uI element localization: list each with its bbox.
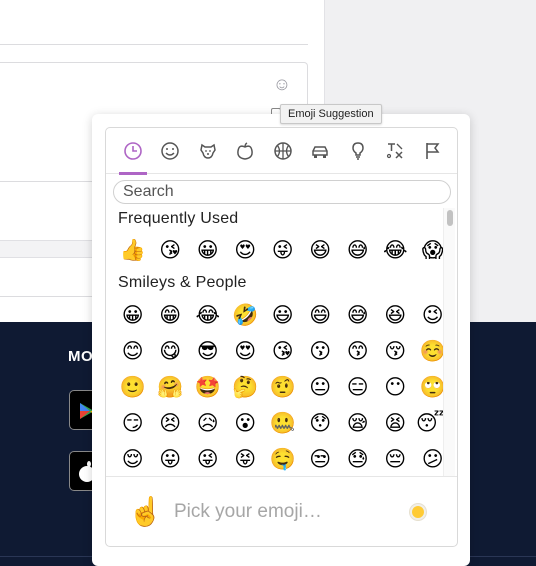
clock-icon	[123, 142, 142, 160]
emoji-button[interactable]: 😫	[377, 408, 415, 438]
tab-symbols[interactable]	[377, 128, 415, 174]
emoji-row: 😀 😁 😂 🤣 😃 😄 😅 😆 😉	[114, 300, 452, 330]
emoji-button[interactable]: 😚	[377, 336, 415, 366]
emoji-button[interactable]: 😯	[302, 408, 340, 438]
emoji-button[interactable]: 😆	[302, 235, 340, 265]
tab-smileys-people[interactable]	[152, 128, 190, 174]
emoji-row: 😊 😋 😎 😍 😘 😗 😙 😚 ☺️	[114, 336, 452, 366]
emoji-button[interactable]: 😘	[152, 235, 190, 265]
emoji-button[interactable]: 😀	[189, 235, 227, 265]
tab-frequently-used[interactable]	[114, 128, 152, 175]
emoji-button[interactable]: 😁	[152, 300, 190, 330]
emoji-scroll-area[interactable]: Frequently Used 👍 😘 😀 😍 😜 😆 😅 😂 😱 Smiley…	[106, 208, 457, 476]
emoji-button[interactable]: 😮	[227, 408, 265, 438]
emoji-button[interactable]: 😝	[227, 444, 265, 474]
emoji-trigger-smiley-icon[interactable]: ☺	[272, 74, 292, 94]
emoji-button[interactable]: 😗	[302, 336, 340, 366]
emoji-row: 😏 😣 😥 😮 🤐 😯 😪 😫 😴	[114, 408, 452, 438]
emoji-button[interactable]: 😒	[302, 444, 340, 474]
emoji-button[interactable]: 😔	[377, 444, 415, 474]
emoji-button[interactable]: 🤩	[189, 372, 227, 402]
emoji-button[interactable]: 😅	[339, 300, 377, 330]
section-title-smileys-people: Smileys & People	[118, 274, 247, 291]
emoji-button[interactable]: 😛	[152, 444, 190, 474]
emoji-button[interactable]: 😑	[339, 372, 377, 402]
basketball-icon	[274, 142, 292, 160]
emoji-row: 😌 😛 😜 😝 🤤 😒 😓 😔 😕	[114, 444, 452, 474]
symbols-icon	[387, 143, 403, 159]
category-bar	[106, 128, 457, 175]
emoji-button[interactable]: 😄	[302, 300, 340, 330]
emoji-button[interactable]: 🤨	[264, 372, 302, 402]
dog-icon	[199, 143, 216, 159]
emoji-button[interactable]: 🤔	[227, 372, 265, 402]
preview-emoji: ☝️	[128, 496, 163, 527]
emoji-button[interactable]: 😜	[189, 444, 227, 474]
scrollbar-thumb[interactable]	[447, 210, 453, 226]
emoji-button[interactable]: 😌	[114, 444, 152, 474]
emoji-button[interactable]: 😪	[339, 408, 377, 438]
emoji-button[interactable]: 😜	[264, 235, 302, 265]
emoji-button[interactable]: 😃	[264, 300, 302, 330]
tab-activity[interactable]	[264, 128, 302, 174]
tab-food-drink[interactable]	[227, 128, 265, 174]
emoji-button[interactable]: 😆	[377, 300, 415, 330]
emoji-button[interactable]: 😍	[227, 235, 265, 265]
emoji-button[interactable]: 😀	[114, 300, 152, 330]
emoji-button[interactable]: 😎	[189, 336, 227, 366]
footer-heading: MO	[68, 348, 94, 365]
tab-travel-places[interactable]	[302, 128, 340, 174]
tab-animals-nature[interactable]	[189, 128, 227, 174]
emoji-preview: ☝️ Pick your emoji…	[106, 476, 457, 546]
emoji-button[interactable]: 😂	[377, 235, 415, 265]
scrollbar[interactable]	[443, 208, 455, 476]
emoji-button[interactable]: 🙂	[114, 372, 152, 402]
flag-icon	[425, 143, 440, 159]
emoji-button[interactable]: 😋	[152, 336, 190, 366]
emoji-button[interactable]: 😙	[339, 336, 377, 366]
emoji-button[interactable]: 😅	[339, 235, 377, 265]
emoji-row: 👍 😘 😀 😍 😜 😆 😅 😂 😱	[114, 235, 452, 265]
emoji-button[interactable]: 🤣	[227, 300, 265, 330]
emoji-button[interactable]: 😥	[189, 408, 227, 438]
emoji-button[interactable]: 😐	[302, 372, 340, 402]
emoji-picker: Frequently Used 👍 😘 😀 😍 😜 😆 😅 😂 😱 Smiley…	[105, 127, 458, 547]
preview-text: Pick your emoji…	[174, 501, 322, 522]
emoji-button[interactable]: 😏	[114, 408, 152, 438]
emoji-button[interactable]: 👍	[114, 235, 152, 265]
emoji-button[interactable]: 😘	[264, 336, 302, 366]
divider	[0, 44, 308, 45]
emoji-button[interactable]: 😍	[227, 336, 265, 366]
skin-tone-selector[interactable]	[410, 504, 426, 520]
emoji-button[interactable]: 😣	[152, 408, 190, 438]
emoji-button[interactable]: 😂	[189, 300, 227, 330]
tab-objects[interactable]	[339, 128, 377, 174]
apple-icon	[237, 142, 254, 160]
emoji-row: 🙂 🤗 🤩 🤔 🤨 😐 😑 😶 🙄	[114, 372, 452, 402]
emoji-button[interactable]: 😊	[114, 336, 152, 366]
smiley-icon	[161, 142, 179, 160]
emoji-suggestion-tooltip: Emoji Suggestion	[280, 104, 382, 124]
car-icon	[312, 146, 328, 158]
section-title-frequently-used: Frequently Used	[118, 210, 239, 227]
emoji-button[interactable]: 🤐	[264, 408, 302, 438]
emoji-button[interactable]: 😓	[339, 444, 377, 474]
lightbulb-icon	[351, 142, 364, 160]
emoji-button[interactable]: 😶	[377, 372, 415, 402]
emoji-button[interactable]: 🤗	[152, 372, 190, 402]
emoji-search-input[interactable]	[113, 180, 451, 204]
tab-flags[interactable]	[414, 128, 452, 174]
emoji-button[interactable]: 🤤	[264, 444, 302, 474]
